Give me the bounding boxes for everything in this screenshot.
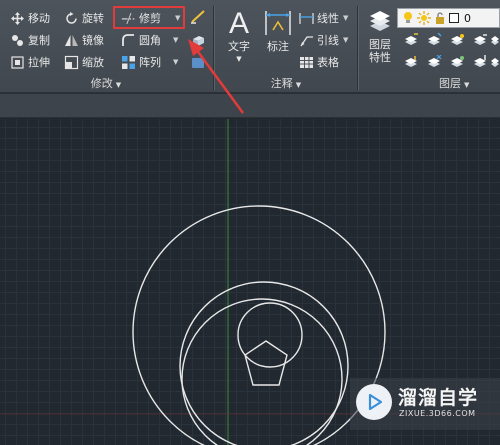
modify-panel-dropdown-icon: ▼ — [115, 81, 122, 89]
layer-tool-icon[interactable] — [490, 33, 500, 47]
layer-tool-icon[interactable] — [490, 55, 500, 69]
layer-tool-icon[interactable] — [426, 54, 442, 69]
layer-lock-icon — [434, 11, 446, 25]
array-dropdown-icon[interactable]: ▼ — [173, 58, 178, 66]
explode-icon[interactable] — [190, 33, 206, 47]
move-icon — [10, 11, 25, 26]
layers-panel-title[interactable]: 图层 ▼ — [439, 77, 500, 91]
watermark-title: 溜溜自学 — [398, 387, 479, 409]
layer-tool-icon[interactable] — [403, 55, 419, 69]
middle-circle — [179, 281, 349, 445]
scale-label: 缩放 — [82, 56, 104, 69]
array-button[interactable]: 阵列 ▼ — [121, 53, 178, 71]
layers-panel-dropdown-icon: ▼ — [464, 81, 470, 89]
layer-tool-icon[interactable] — [472, 33, 488, 47]
scale-button[interactable]: 缩放 — [64, 53, 104, 71]
scale-icon — [64, 55, 79, 70]
watermark-url: ZIXUE.3D66.COM — [399, 409, 476, 418]
modify-panel-title[interactable]: 修改 ▼ — [0, 77, 212, 91]
ribbon: 移动 旋转 修剪 ▼ 复制 镜像 圆角 ▼ 拉伸 缩放 阵列 ▼ 修改 ▼ A … — [0, 0, 500, 93]
move-button[interactable]: 移动 — [10, 9, 50, 27]
annotation-panel-dropdown-icon: ▼ — [295, 81, 302, 89]
stretch-icon — [10, 55, 25, 70]
text-icon: A — [228, 7, 249, 40]
linear-button[interactable]: 线性 ▼ — [299, 9, 348, 27]
copy-button[interactable]: 复制 — [10, 31, 50, 49]
file-tab-strip — [0, 93, 500, 118]
text-label: 文字 — [228, 40, 250, 53]
panel-separator — [357, 6, 358, 90]
dimension-button[interactable]: 标注 — [261, 8, 295, 53]
stretch-label: 拉伸 — [28, 56, 50, 69]
watermark-logo-icon — [356, 384, 392, 420]
copy-label: 复制 — [28, 34, 50, 47]
annotation-panel: A 文字 ▼ 标注 线性 ▼ 引线 ▼ 表格 注释 ▼ — [215, 0, 357, 93]
inner-circle — [237, 302, 303, 368]
text-dropdown-icon: ▼ — [236, 55, 242, 63]
leader-dropdown-icon[interactable]: ▼ — [343, 36, 348, 44]
linear-label: 线性 — [317, 12, 339, 25]
layer-stack-icon — [363, 8, 397, 38]
layer-color-swatch — [449, 13, 459, 23]
layer-tool-icon[interactable] — [449, 55, 465, 69]
fillet-button[interactable]: 圆角 ▼ — [121, 31, 178, 49]
offset-icon[interactable] — [190, 56, 206, 70]
layer-properties-button[interactable]: 图层 特性 — [363, 8, 397, 64]
layer-properties-label-1: 图层 — [369, 38, 391, 51]
layer-tool-icon[interactable] — [449, 33, 465, 47]
text-button[interactable]: A 文字 ▼ — [223, 8, 255, 66]
modify-panel: 移动 旋转 修剪 ▼ 复制 镜像 圆角 ▼ 拉伸 缩放 阵列 ▼ 修改 ▼ — [0, 0, 212, 93]
copy-icon — [10, 33, 25, 48]
layers-panel: 图层 特性 0 图层 ▼ — [359, 0, 500, 93]
mirror-icon — [64, 33, 79, 48]
array-icon — [121, 55, 136, 70]
fillet-icon — [121, 33, 136, 48]
linear-dim-icon — [299, 11, 314, 26]
trim-highlight-box — [113, 6, 185, 29]
mirror-label: 镜像 — [82, 34, 104, 47]
rotate-label: 旋转 — [82, 12, 104, 25]
table-label: 表格 — [317, 56, 339, 69]
fillet-label: 圆角 — [139, 34, 161, 47]
layer-name: 0 — [464, 11, 471, 25]
watermark: 溜溜自学 ZIXUE.3D66.COM — [350, 378, 500, 430]
leader-label: 引线 — [317, 34, 339, 47]
panel-separator — [213, 6, 214, 90]
layer-on-icon — [402, 11, 414, 25]
array-label: 阵列 — [139, 56, 161, 69]
layer-tool-icon[interactable] — [472, 55, 488, 69]
table-icon — [299, 55, 314, 70]
annotation-panel-title[interactable]: 注释 ▼ — [215, 77, 357, 91]
stretch-button[interactable]: 拉伸 — [10, 53, 50, 71]
dimension-label: 标注 — [267, 40, 289, 53]
layer-tool-icon[interactable] — [426, 32, 442, 47]
layer-freeze-icon — [417, 11, 431, 25]
erase-icon[interactable] — [190, 10, 206, 24]
layer-dropdown[interactable]: 0 — [397, 8, 500, 28]
linear-dropdown-icon[interactable]: ▼ — [343, 14, 348, 22]
layer-properties-label-2: 特性 — [369, 51, 391, 64]
table-button[interactable]: 表格 — [299, 53, 339, 71]
mirror-button[interactable]: 镜像 — [64, 31, 104, 49]
move-label: 移动 — [28, 12, 50, 25]
layer-tool-icon[interactable] — [403, 33, 419, 47]
rotate-icon — [64, 11, 79, 26]
pentagon — [244, 340, 288, 386]
dimension-icon — [261, 8, 295, 40]
outer-circle — [132, 205, 386, 445]
arc-circle — [181, 298, 343, 445]
leader-icon — [299, 33, 314, 48]
rotate-button[interactable]: 旋转 — [64, 9, 104, 27]
fillet-dropdown-icon[interactable]: ▼ — [173, 36, 178, 44]
leader-button[interactable]: 引线 ▼ — [299, 31, 348, 49]
